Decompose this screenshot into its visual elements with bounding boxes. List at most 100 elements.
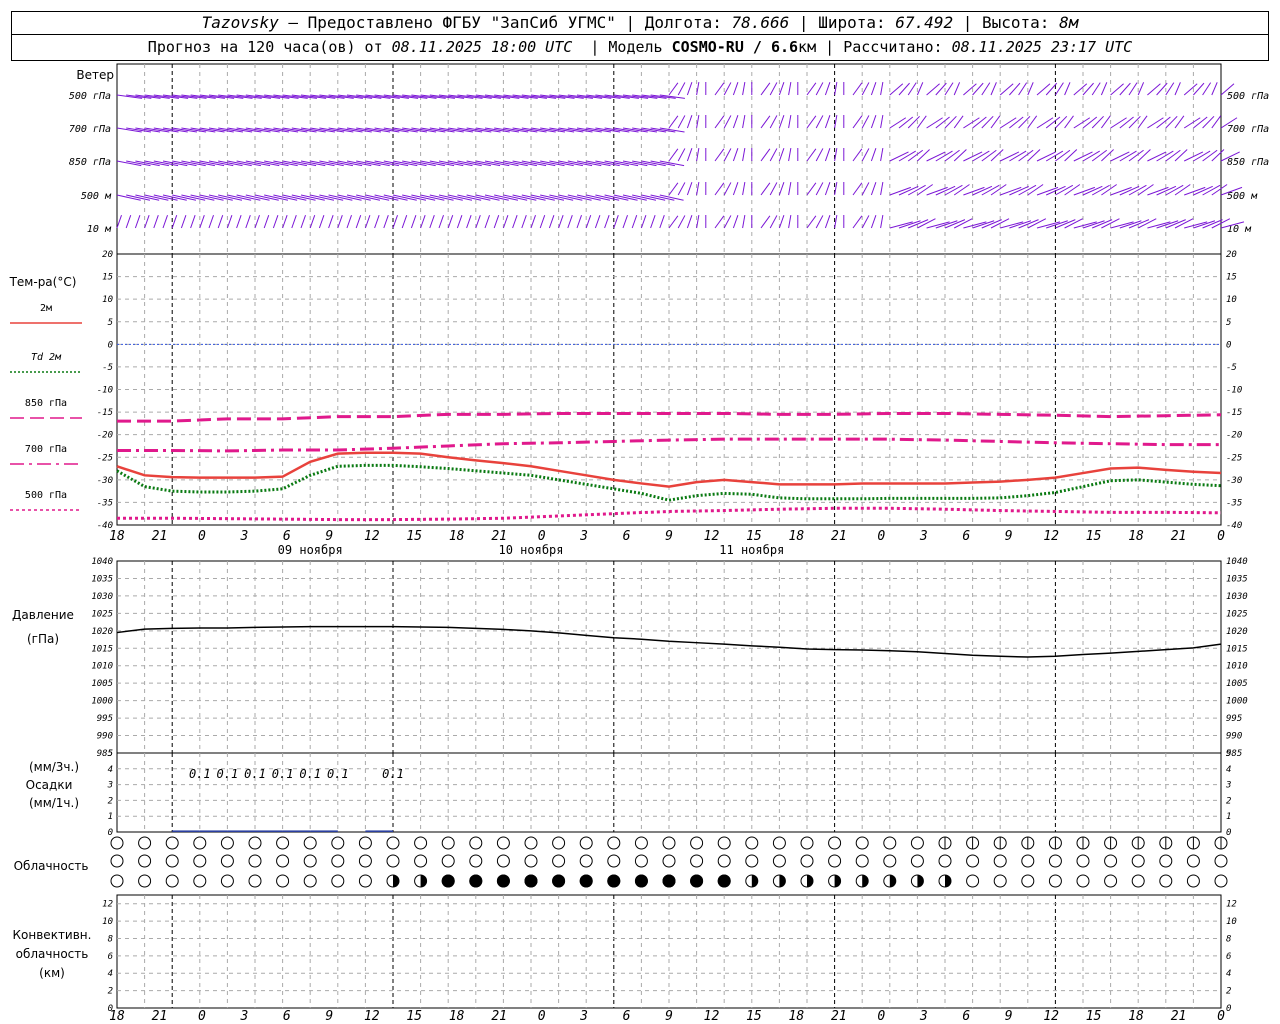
cloud-cover-symbol <box>828 854 842 868</box>
pressure-ytick-left: 1015 <box>91 644 113 654</box>
wind-barb <box>162 215 168 229</box>
wind-barb <box>1128 82 1138 96</box>
conv-ytick-left: 10 <box>102 917 113 927</box>
cloud-cover-half-symbol <box>945 875 951 887</box>
time-tick-label: 12 <box>364 529 380 544</box>
wind-barb <box>613 215 619 229</box>
wind-barb <box>852 182 863 196</box>
wind-barb <box>880 181 884 196</box>
wind-barb <box>806 115 817 129</box>
cloud-cover-symbol <box>276 854 290 868</box>
conv-ytick-left: 12 <box>102 900 113 910</box>
wind-barb <box>723 115 732 129</box>
wind-level-label-left: 500 гПа <box>69 91 111 102</box>
cloud-cover-symbol <box>1131 854 1145 868</box>
cloud-cover-symbol <box>220 874 234 888</box>
cloud-cover-symbol <box>1186 854 1200 868</box>
cloud-cover-symbol <box>966 854 980 868</box>
cloud-cover-overcast-symbol <box>607 874 621 888</box>
wind-barb <box>677 115 686 129</box>
precip-value-label: 0.1 <box>272 767 294 781</box>
time-tick-label: 3 <box>579 529 588 544</box>
wind-barb <box>778 182 785 196</box>
wind-barb <box>760 182 771 196</box>
time-tick-label: 9 <box>665 1009 673 1024</box>
cloud-cover-overcast-symbol <box>634 874 648 888</box>
time-tick-label: 9 <box>325 529 333 544</box>
pressure-ytick-right: 1000 <box>1226 697 1248 707</box>
temp-ytick-right: -40 <box>1226 521 1242 531</box>
cloud-cover-symbol <box>1048 874 1062 888</box>
temp-ytick-right: -5 <box>1226 363 1237 373</box>
time-tick-label: 21 <box>831 1009 847 1024</box>
wind-barb <box>732 148 739 162</box>
precip-bar <box>199 830 228 832</box>
pressure-ytick-left: 1030 <box>91 592 113 602</box>
cloud-cover-symbol <box>607 854 621 868</box>
precip-bar <box>255 830 283 832</box>
wind-barb <box>594 215 601 229</box>
time-tick-label: 18 <box>789 1009 805 1024</box>
wind-barb <box>677 82 686 96</box>
cloud-cover-symbol <box>138 854 152 868</box>
cloud-cover-symbol <box>1021 874 1035 888</box>
wind-barb <box>880 81 884 96</box>
cloud-cover-symbol <box>220 854 234 868</box>
cloud-cover-symbol <box>966 874 980 888</box>
wind-barb <box>788 181 792 196</box>
time-tick-label: 6 <box>623 529 631 544</box>
temp-ytick-right: -35 <box>1226 498 1242 508</box>
cloud-cover-symbol <box>193 836 207 850</box>
wind-barb <box>1202 149 1218 162</box>
wind-barb <box>852 115 863 129</box>
wind-barb <box>788 147 792 162</box>
wind-barb <box>631 215 638 229</box>
wind-barb <box>714 82 725 96</box>
time-tick-label: 15 <box>1086 1009 1102 1024</box>
wind-barb <box>226 215 233 229</box>
cloud-cover-symbol <box>772 854 786 868</box>
cloud-cover-symbol <box>910 836 924 850</box>
wind-barb <box>364 215 371 229</box>
time-tick-label: 18 <box>449 1009 465 1024</box>
temp-ytick-left: -20 <box>97 431 113 441</box>
wind-barb <box>1027 82 1034 96</box>
wind-barb <box>696 181 700 196</box>
precip-ytick-left: 3 <box>107 781 113 791</box>
time-tick-label: 15 <box>746 529 762 544</box>
cloud-cover-symbol <box>358 836 372 850</box>
wind-barb <box>760 115 771 129</box>
wind-barb <box>723 215 732 229</box>
temp-ytick-right: 20 <box>1226 250 1237 260</box>
conv-ytick-left: 6 <box>108 952 113 962</box>
cloud-cover-half-symbol <box>779 875 786 887</box>
wind-barb <box>521 215 527 229</box>
wind-barb <box>1202 115 1215 129</box>
wind-barb <box>815 115 824 129</box>
wind-barb <box>824 182 831 196</box>
wind-barb <box>981 82 991 96</box>
wind-barb <box>723 182 732 196</box>
precip-bar <box>365 830 393 832</box>
cloud-cover-symbol <box>800 854 814 868</box>
cloud-cover-symbol <box>414 854 428 868</box>
wind-barb <box>116 215 122 229</box>
cloud-cover-half-symbol <box>751 875 758 887</box>
wind-barb <box>180 215 187 229</box>
conv-ytick-right: 10 <box>1226 917 1237 927</box>
pressure-ytick-right: 1020 <box>1226 627 1248 637</box>
cloud-cover-symbol <box>248 854 262 868</box>
wind-barb <box>861 115 870 129</box>
wind-barb <box>953 149 967 162</box>
wind-barb <box>815 82 824 96</box>
temp-legend-label: 2м <box>40 303 52 314</box>
pressure-ytick-left: 1010 <box>91 662 113 672</box>
cloud-cover-symbol <box>717 836 731 850</box>
cloud-cover-symbol <box>303 836 317 850</box>
day-label: 11 ноября <box>719 543 784 557</box>
wind-barb <box>907 82 917 96</box>
wind-barb <box>1027 149 1041 162</box>
wind-barb <box>880 214 884 229</box>
cloud-cover-half-symbol <box>420 875 427 887</box>
cloud-cover-symbol <box>331 854 345 868</box>
